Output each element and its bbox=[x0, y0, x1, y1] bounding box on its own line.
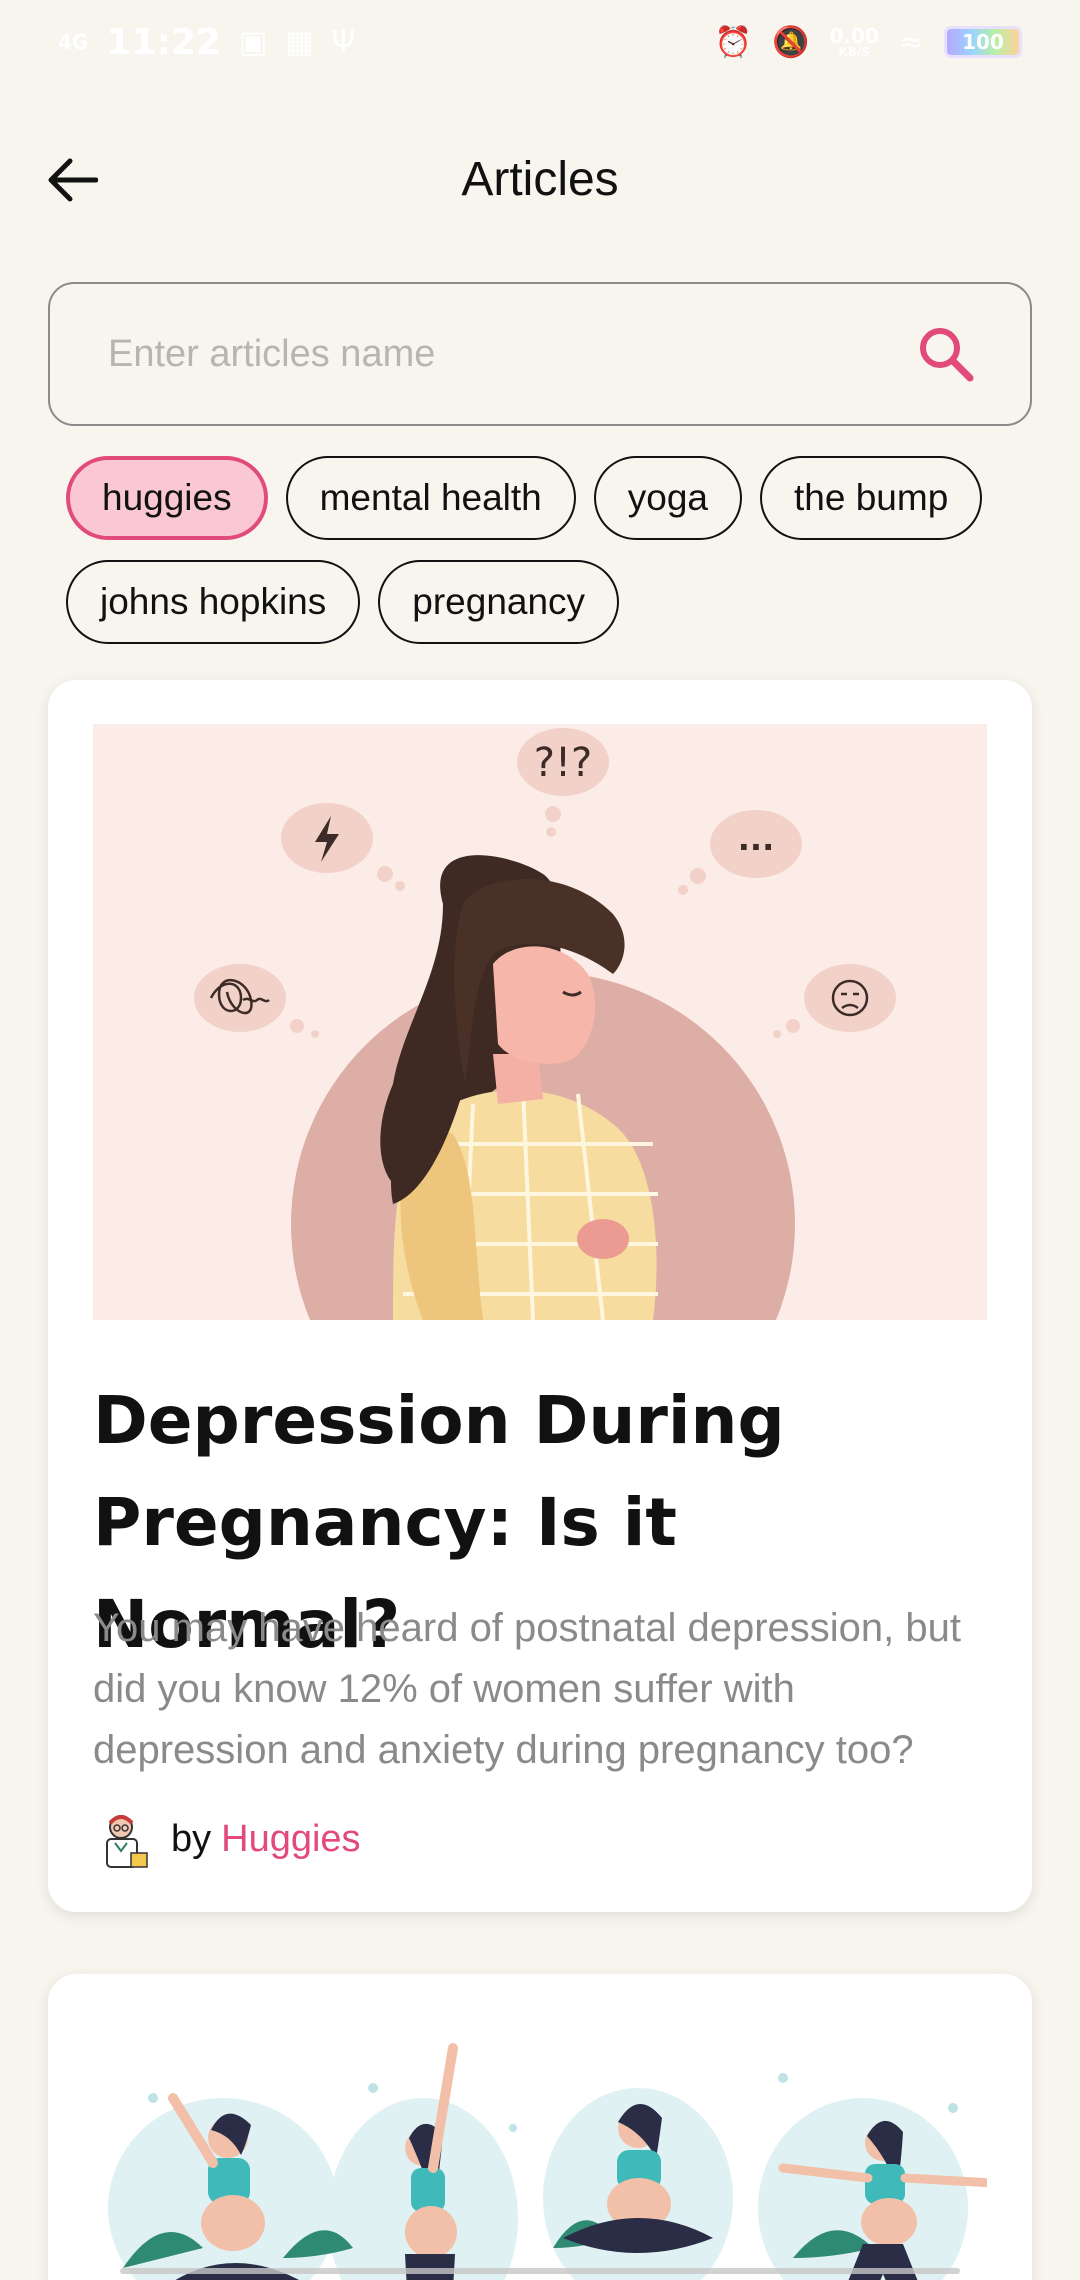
mute-icon: 🔕 bbox=[772, 24, 810, 60]
status-right: ⏰ 🔕 0.00 KB/S ≈ 100 bbox=[715, 25, 1022, 60]
chip-the-bump[interactable]: the bump bbox=[760, 456, 983, 540]
chip-huggies[interactable]: huggies bbox=[66, 456, 268, 540]
app-notification-icon: ▦ bbox=[285, 24, 314, 60]
chip-mental-health[interactable]: mental health bbox=[285, 456, 576, 540]
header: Articles bbox=[0, 130, 1080, 230]
pregnant-woman-illustration: ?!? ... bbox=[93, 724, 987, 1320]
chip-johns-hopkins[interactable]: johns hopkins bbox=[66, 560, 361, 644]
article-card[interactable] bbox=[48, 1974, 1032, 2280]
search-box bbox=[48, 282, 1032, 426]
search-icon bbox=[920, 328, 974, 382]
notification-icon: ▣ bbox=[238, 24, 268, 60]
status-left: 4G 11:22 ▣ ▦ Ψ bbox=[58, 22, 355, 63]
horizontal-scroll-indicator bbox=[120, 2268, 960, 2274]
page-title: Articles bbox=[461, 153, 619, 206]
article-card[interactable]: ?!? ... Depression During Pregnancy: Is … bbox=[48, 680, 1032, 1912]
alarm-icon: ⏰ bbox=[714, 24, 753, 60]
chip-pregnancy[interactable]: pregnancy bbox=[378, 560, 620, 644]
network-indicator: 4G bbox=[58, 30, 89, 54]
author-avatar bbox=[106, 1815, 148, 1868]
search-input[interactable] bbox=[50, 284, 896, 424]
network-speed-unit: KB/S bbox=[838, 45, 870, 59]
filter-chips: huggies mental health yoga the bump john… bbox=[66, 456, 1026, 644]
usb-icon: Ψ bbox=[331, 24, 356, 60]
pregnancy-yoga-illustration bbox=[93, 2018, 987, 2280]
article-image bbox=[93, 2018, 987, 2280]
article-description: You may have heard of postnatal depressi… bbox=[93, 1606, 962, 1772]
search-button[interactable] bbox=[896, 304, 996, 404]
wifi-icon: ≈ bbox=[898, 24, 924, 60]
bubble-text-question: ?!? bbox=[534, 740, 593, 786]
thought-bubble-sad bbox=[804, 964, 896, 1032]
network-speed: 0.00 KB/S bbox=[830, 26, 879, 58]
bubble-text-dots: ... bbox=[738, 820, 774, 858]
status-bar: 4G 11:22 ▣ ▦ Ψ ⏰ 🔕 0.00 KB/S ≈ 100 bbox=[0, 0, 1080, 84]
author-row: by Huggies bbox=[93, 1804, 361, 1874]
battery-indicator: 100 bbox=[944, 26, 1022, 58]
chip-yoga[interactable]: yoga bbox=[593, 456, 742, 540]
author-name-link[interactable]: Huggies bbox=[221, 1818, 360, 1861]
article-image: ?!? ... bbox=[93, 724, 987, 1320]
author-by-label: by bbox=[171, 1817, 212, 1860]
network-speed-value: 0.00 bbox=[829, 24, 879, 48]
status-time: 11:22 bbox=[106, 21, 221, 63]
